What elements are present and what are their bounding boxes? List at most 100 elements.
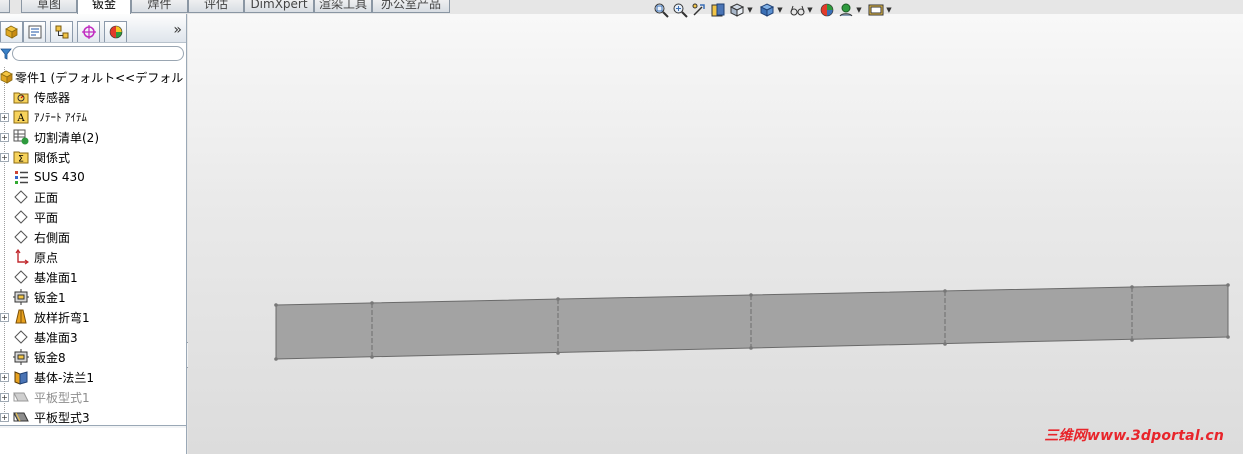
tree-item-front-plane[interactable]: 正面 <box>0 187 186 207</box>
tree-item-label: 传感器 <box>34 90 71 105</box>
sheet-metal-model[interactable] <box>188 14 1243 454</box>
tree-root-label: 零件1 (デフォルト<<デフォルト>_表示 <box>15 70 186 85</box>
tree-item-label: 平面 <box>34 210 59 225</box>
tree-item-right-plane[interactable]: 右側面 <box>0 227 186 247</box>
manager-tab-strip: » <box>0 14 186 43</box>
tab-features[interactable]: 特征 <box>0 0 10 13</box>
expand-toggle[interactable]: + <box>0 372 9 382</box>
tree-item-origin[interactable]: 原点 <box>0 247 186 267</box>
tree-item-label: 関係式 <box>34 150 71 165</box>
feature-manager-panel: » 零件1 (デフォルト<<デフォルト>_表示 传感器 + A ｱﾉﾃｰﾄ ｱｲ… <box>0 14 187 454</box>
section-view-icon[interactable] <box>709 2 726 19</box>
chevron-down-icon[interactable]: ▼ <box>807 2 813 19</box>
sheet-metal-icon <box>13 289 29 305</box>
plane-icon <box>13 229 29 245</box>
edit-appearance-icon[interactable] <box>818 2 835 19</box>
tree-item-label: 正面 <box>34 190 59 205</box>
tree-item-label: 平板型式3 <box>34 410 90 425</box>
lofted-bend-icon <box>13 309 29 325</box>
tree-item-top-plane[interactable]: 平面 <box>0 207 186 227</box>
tab-office-products[interactable]: 办公室产品 <box>372 0 450 13</box>
equations-icon: Σ <box>13 149 29 165</box>
flat-pattern-icon <box>13 409 29 425</box>
chevron-down-icon[interactable]: ▼ <box>856 2 862 19</box>
cut-list-icon <box>13 129 29 145</box>
tree-item-equations[interactable]: + Σ 関係式 <box>0 147 186 167</box>
tree-root-part[interactable]: 零件1 (デフォルト<<デフォルト>_表示 <box>0 67 186 87</box>
expand-toggle[interactable]: + <box>0 412 9 422</box>
tree-item-material[interactable]: SUS 430 <box>0 167 186 187</box>
svg-text:A: A <box>16 113 25 124</box>
base-flange-icon <box>13 369 29 385</box>
tree-item-label: SUS 430 <box>34 170 85 184</box>
tree-item-label: 钣金1 <box>34 290 66 305</box>
tree-item-label: ｱﾉﾃｰﾄ ｱｲﾃﾑ <box>34 111 87 124</box>
tree-item-label: 切割清单(2) <box>34 130 99 145</box>
filter-input[interactable] <box>12 46 184 61</box>
tab-sheet-metal[interactable]: 钣金 <box>77 0 131 14</box>
filter-row <box>0 46 186 63</box>
hide-show-items-icon[interactable] <box>788 2 805 19</box>
tree-item-label: 放样折弯1 <box>34 310 90 325</box>
zoom-to-fit-icon[interactable] <box>652 2 669 19</box>
plane-icon <box>13 209 29 225</box>
dimxpert-manager-icon[interactable] <box>77 21 100 42</box>
tab-dimxpert[interactable]: DimXpert <box>244 0 314 13</box>
tree-item-label: 基体-法兰1 <box>34 370 94 385</box>
part-icon <box>0 69 15 85</box>
graphics-area[interactable]: 三维网www.3dportal.cn <box>188 14 1243 454</box>
tree-item-sensors[interactable]: 传感器 <box>0 87 186 107</box>
sensor-folder-icon <box>13 89 29 105</box>
tree-item-sheet-metal8[interactable]: 钣金8 <box>0 347 186 367</box>
tree-item-sheet-metal1[interactable]: 钣金1 <box>0 287 186 307</box>
tree-item-label: 原点 <box>34 250 59 265</box>
svg-text:Σ: Σ <box>18 155 24 165</box>
tree-item-flat-pattern1[interactable]: + 平板型式1 <box>0 387 186 407</box>
watermark: 三维网www.3dportal.cn <box>1044 428 1224 444</box>
tree-item-plane3[interactable]: 基准面3 <box>0 327 186 347</box>
tab-render-tools[interactable]: 渲染工具 <box>314 0 372 13</box>
property-manager-icon[interactable] <box>23 21 46 42</box>
panel-splitter[interactable] <box>0 425 186 428</box>
chevron-down-icon[interactable]: ▼ <box>886 2 892 19</box>
annotation-icon: A <box>13 109 29 125</box>
configuration-manager-icon[interactable] <box>50 21 73 42</box>
plane-icon <box>13 189 29 205</box>
expand-toggle[interactable]: + <box>0 312 9 322</box>
previous-view-icon[interactable] <box>690 2 707 19</box>
view-settings-icon[interactable] <box>867 2 884 19</box>
tree-item-label: 平板型式1 <box>34 390 90 405</box>
zoom-area-icon[interactable] <box>671 2 688 19</box>
command-manager-tabs: 特征 草图 钣金 焊件 评估 DimXpert 渲染工具 办公室产品 <box>0 0 460 14</box>
tree-item-plane1[interactable]: 基准面1 <box>0 267 186 287</box>
expand-panel-arrows[interactable]: » <box>173 22 182 38</box>
tree-item-annotations[interactable]: + A ｱﾉﾃｰﾄ ｱｲﾃﾑ <box>0 107 186 127</box>
tree-item-cut-list[interactable]: + 切割清单(2) <box>0 127 186 147</box>
view-orientation-icon[interactable] <box>728 2 745 19</box>
origin-icon <box>13 249 29 265</box>
tree-item-flat-pattern3[interactable]: + 平板型式3 <box>0 407 186 427</box>
material-icon <box>13 169 29 185</box>
apply-scene-icon[interactable] <box>837 2 854 19</box>
tab-sketch[interactable]: 草图 <box>21 0 77 13</box>
filter-icon[interactable] <box>0 47 12 61</box>
tree-item-label: 右側面 <box>34 230 71 245</box>
plane-icon <box>13 269 29 285</box>
expand-toggle[interactable]: + <box>0 132 9 142</box>
display-manager-icon[interactable] <box>104 21 127 42</box>
sheet-metal-icon <box>13 349 29 365</box>
chevron-down-icon[interactable]: ▼ <box>747 2 753 19</box>
tree-item-base-flange1[interactable]: + 基体-法兰1 <box>0 367 186 387</box>
tab-weldments[interactable]: 焊件 <box>131 0 188 13</box>
display-style-icon[interactable] <box>758 2 775 19</box>
tree-item-label: 基准面3 <box>34 330 78 345</box>
flat-pattern-icon <box>13 389 29 405</box>
expand-toggle[interactable]: + <box>0 392 9 402</box>
feature-manager-icon[interactable] <box>0 21 23 42</box>
tree-item-lofted-bend1[interactable]: + 放样折弯1 <box>0 307 186 327</box>
tab-evaluate[interactable]: 评估 <box>188 0 244 13</box>
expand-toggle[interactable]: + <box>0 112 9 122</box>
chevron-down-icon[interactable]: ▼ <box>777 2 783 19</box>
expand-toggle[interactable]: + <box>0 152 9 162</box>
plane-icon <box>13 329 29 345</box>
